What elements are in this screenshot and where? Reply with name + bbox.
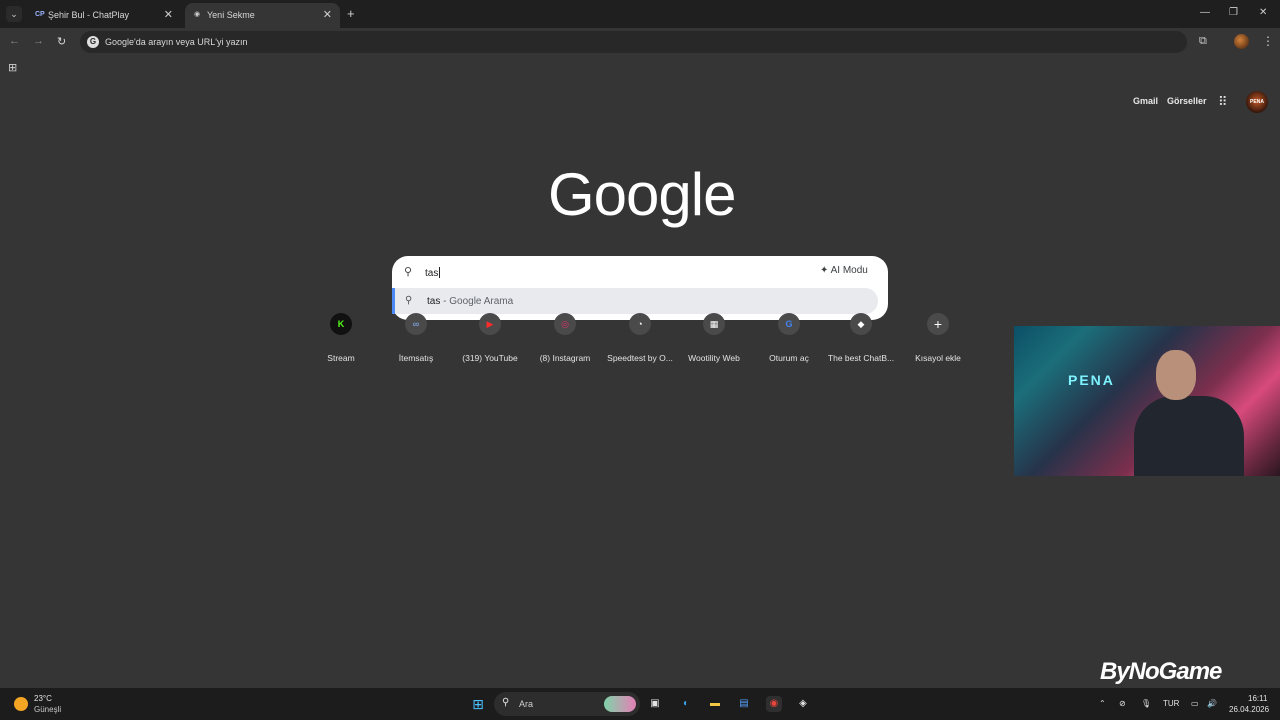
search-icon: ⚲ [405,295,413,306]
shortcut-label: Speedtest by O... [607,353,673,363]
tab-chatplay[interactable]: CP Şehir Bul - ChatPlay ✕ [26,3,181,28]
tab-title: Yeni Sekme [207,10,255,20]
chrome-favicon-icon: ◉ [194,11,201,18]
kick-icon: K [330,313,352,335]
shortcut-sign-in[interactable]: G Oturum aç [751,313,827,365]
tab-new-tab[interactable]: ◉ Yeni Sekme ✕ [185,3,340,28]
google-g-icon: G [87,36,99,48]
address-bar[interactable]: G Google'da arayın veya URL'yi yazın [80,31,1187,53]
search-icon: ⚲ [502,697,510,708]
tab-title: Şehir Bul - ChatPlay [48,10,130,20]
taskbar-search-label: Ara [519,699,534,709]
close-tab-icon[interactable]: ✕ [164,8,173,21]
close-tab-icon[interactable]: ✕ [323,8,332,21]
shortcut-label: (8) Instagram [539,353,591,363]
chatplay-favicon: CP [35,11,45,18]
shortcut-add[interactable]: + Kısayol ekle [900,313,976,365]
google-icon: G [778,313,800,335]
windows-start-icon[interactable]: ⊞ [470,696,486,712]
shortcut-label: Kısayol ekle [915,353,961,363]
chatbot-icon: ◆ [850,313,872,335]
streamer-head [1156,350,1196,400]
sun-icon[interactable] [14,697,28,711]
shortcut-stream[interactable]: K Stream [303,313,379,365]
search-suggestion[interactable]: ⚲ tas - Google Arama [392,288,878,314]
shortcut-wootility[interactable]: ▦ Wootility Web [676,313,752,365]
ai-mode-button[interactable]: ✦ AI Modu [820,265,868,276]
google-apps-icon[interactable]: ⠿ [1218,94,1228,110]
search-icon: ⚲ [404,266,413,278]
back-arrow-icon[interactable]: ← [9,35,20,47]
wootility-icon: ▦ [703,313,725,335]
file-explorer-icon[interactable]: ▬ [707,696,723,712]
webcam-overlay: PENA [1014,326,1280,476]
images-link[interactable]: Görseller [1167,96,1207,106]
reload-icon[interactable]: ↻ [57,35,66,48]
restore-icon[interactable]: ❐ [1229,7,1238,18]
ai-mode-label: AI Modu [830,265,868,276]
chrome-taskbar-icon[interactable]: ◉ [766,696,782,712]
google-logo: Google [548,161,736,228]
shortcut-label: İtemsatış [398,353,434,363]
display-icon[interactable]: ▭ [1191,699,1199,708]
task-view-icon[interactable]: ▣ [647,696,663,712]
tab-strip: ⌄ CP Şehir Bul - ChatPlay ✕ ◉ Yeni Sekme… [0,0,1280,28]
language-indicator[interactable]: TUR [1163,699,1179,708]
edge-icon[interactable]: ◐ [678,696,694,712]
search-input[interactable]: tas [425,267,441,279]
suggestion-text: tas - Google Arama [427,296,514,307]
shortcut-label: (319) YouTube [462,353,518,363]
clock-time[interactable]: 16:11 [1248,694,1267,703]
taskbar-search[interactable]: ⚲ Ara [494,692,640,716]
windows-taskbar: 23°C Güneşli ⊞ ⚲ Ara ▣ ◐ ▬ ▤ ◉ ◈ ⌃ ⊘ 🎙 T… [0,688,1280,720]
speedtest-icon: ◔ [629,313,651,335]
shortcut-chatbot[interactable]: ◆ The best ChatB... [823,313,899,365]
streamer-body [1134,396,1244,476]
shortcut-label: Wootility Web [688,353,740,363]
plus-icon: + [927,313,949,335]
clock-date[interactable]: 26.04.2026 [1229,705,1269,714]
hidden-icons-chevron-icon[interactable]: ⌃ [1099,699,1106,708]
instagram-icon: ◎ [554,313,576,335]
new-tab-plus-icon[interactable]: + [347,6,355,21]
gmail-link[interactable]: Gmail [1133,96,1158,106]
shortcut-label: Stream [327,353,355,363]
address-placeholder: Google'da arayın veya URL'yi yazın [105,37,248,47]
chrome-menu-icon[interactable]: ⋮ [1262,34,1274,48]
forward-arrow-icon[interactable]: → [33,35,44,47]
shortcut-label: Oturum aç [769,353,809,363]
youtube-icon: ▶ [479,313,501,335]
tab-search-chevron-icon[interactable]: ⌄ [6,6,22,22]
microphone-icon[interactable]: 🎙 [1141,699,1151,708]
webcam-logo: PENA [1068,372,1115,388]
window-close-icon[interactable]: ✕ [1259,7,1267,18]
search-box[interactable]: ⚲ tas ✦ AI Modu ⚲ tas - Google Arama [392,256,888,320]
game-app-icon[interactable]: ◈ [795,696,811,712]
shortcut-label: The best ChatB... [827,353,895,363]
store-icon[interactable]: ▤ [736,696,752,712]
text-caret [439,267,441,278]
shortcut-speedtest[interactable]: ◔ Speedtest by O... [602,313,678,365]
apps-grid-small-icon[interactable]: ⊞ [8,61,17,74]
weather-temperature[interactable]: 23°C [34,694,52,703]
profile-avatar-icon[interactable] [1234,34,1249,49]
volume-icon[interactable]: 🔊 [1207,699,1217,708]
link-icon: ∞ [405,313,427,335]
watermark-logo: ByNoGame [1100,658,1222,685]
search-highlight-art [604,696,636,712]
minimize-icon[interactable]: — [1200,7,1210,18]
extensions-puzzle-icon[interactable]: ⧉ [1199,35,1207,48]
weather-description[interactable]: Güneşli [34,705,61,714]
account-avatar[interactable]: PENA [1246,91,1268,113]
shortcut-itemsatis[interactable]: ∞ İtemsatış [378,313,454,365]
shortcut-instagram[interactable]: ◎ (8) Instagram [527,313,603,365]
shortcut-youtube[interactable]: ▶ (319) YouTube [452,313,528,365]
network-off-icon[interactable]: ⊘ [1119,699,1126,708]
